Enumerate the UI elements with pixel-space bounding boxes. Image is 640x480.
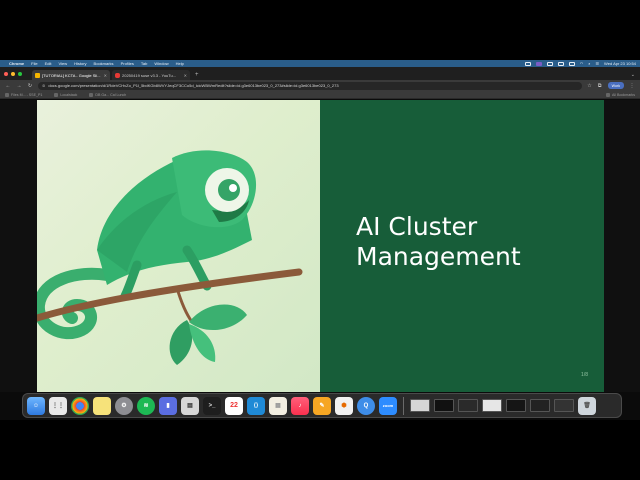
music-icon[interactable]: ♪: [291, 396, 309, 415]
spotify-icon[interactable]: ≋: [137, 396, 155, 415]
tab-search-icon[interactable]: ⌄: [631, 69, 635, 80]
extensions-icon[interactable]: ⧉: [597, 83, 603, 89]
browser-tab-strip: [TUTORIAL] KCTA - Google Sli... ✕ 202504…: [0, 67, 640, 80]
window-controls: [4, 67, 22, 80]
close-tab-icon[interactable]: ✕: [184, 73, 187, 78]
menu-edit[interactable]: Edit: [45, 61, 52, 66]
new-tab-icon[interactable]: +: [195, 69, 199, 80]
slide[interactable]: AI Cluster Management 1/8: [37, 100, 604, 392]
slide-title-panel: AI Cluster Management 1/8: [320, 100, 604, 392]
bookmark-favicon-icon: [89, 92, 94, 97]
status-app-icon[interactable]: [535, 61, 542, 66]
close-window-icon[interactable]: [4, 71, 8, 76]
menu-profiles[interactable]: Profiles: [121, 61, 134, 66]
minimized-window-thumbnail[interactable]: [530, 399, 550, 412]
bookmark-label: Localstack: [60, 92, 78, 97]
bookmarks-bar: Files M... - SSE_P1 Localstack DB Ga... …: [0, 91, 640, 99]
bookmark-item[interactable]: DB Ga... Cal Lunch: [89, 92, 127, 97]
url-text: docs.google.com/presentation/d/1RdeVCHvZ…: [48, 83, 339, 88]
youtube-favicon-icon: [115, 72, 120, 78]
suse-chameleon-illustration: [37, 150, 303, 365]
slide-image-panel: [37, 100, 320, 392]
slide-number: 1/8: [581, 372, 588, 378]
dock-separator: [403, 396, 404, 415]
slides-favicon-icon: [35, 72, 40, 78]
slide-title-line: Management: [356, 242, 521, 271]
bookmark-label: Files M... - SSE_P1: [11, 92, 43, 97]
menubar-clock[interactable]: Wed Apr 23 10:54: [604, 61, 636, 66]
bookmark-favicon-icon: [5, 92, 9, 97]
menu-window[interactable]: Window: [154, 61, 168, 66]
reload-icon[interactable]: ↻: [27, 83, 33, 89]
pencil-app-icon[interactable]: ✎: [313, 396, 331, 415]
app-icon[interactable]: ▮: [159, 396, 177, 415]
tab-title: 20250419 suse v3.3 - YouTu...: [122, 72, 177, 78]
search-icon[interactable]: ⌕: [588, 61, 590, 66]
back-icon[interactable]: ←: [5, 83, 11, 89]
minimized-window-thumbnail[interactable]: [482, 399, 502, 412]
battery-icon[interactable]: [568, 61, 575, 66]
site-info-icon[interactable]: ⊜: [42, 83, 45, 88]
bookmark-label: DB Ga... Cal Lunch: [95, 92, 127, 97]
trash-icon[interactable]: 🗑: [578, 396, 596, 415]
status-icon[interactable]: [524, 61, 531, 66]
bookmark-item[interactable]: Files M... - SSE_P1: [5, 92, 43, 97]
mac-menubar: Chrome File Edit View History Bookmarks …: [0, 60, 640, 67]
control-center-icon[interactable]: ☰: [595, 61, 599, 66]
address-bar[interactable]: ⊜ docs.google.com/presentation/d/1RdeVCH…: [38, 81, 583, 90]
menubar-status-area: ◠ ⌕ ☰ Wed Apr 23 10:54: [524, 61, 636, 66]
minimized-window-thumbnail[interactable]: [554, 399, 574, 412]
minimized-window-thumbnail[interactable]: [458, 399, 478, 412]
notes-icon[interactable]: [93, 396, 111, 415]
minimize-window-icon[interactable]: [11, 71, 15, 76]
status-icon[interactable]: [557, 61, 564, 66]
quicktime-icon[interactable]: Q: [357, 396, 375, 415]
forward-icon[interactable]: →: [16, 83, 22, 89]
textedit-icon[interactable]: ▦: [269, 396, 287, 415]
terminal-icon[interactable]: >_: [203, 396, 221, 415]
slide-title-line: AI Cluster: [356, 212, 478, 241]
minimized-window-thumbnail[interactable]: [506, 399, 526, 412]
minimized-window-thumbnail[interactable]: [434, 399, 454, 412]
launchpad-icon[interactable]: ⋮⋮: [49, 396, 67, 415]
screen: Chrome File Edit View History Bookmarks …: [0, 60, 640, 420]
tab-title: [TUTORIAL] KCTA - Google Sli...: [42, 72, 101, 78]
menu-app-name[interactable]: Chrome: [9, 61, 24, 66]
finder-icon[interactable]: ☺: [27, 396, 45, 415]
browser-tab-slides[interactable]: [TUTORIAL] KCTA - Google Sli... ✕: [32, 70, 110, 80]
menu-file[interactable]: File: [31, 61, 37, 66]
menu-bookmarks[interactable]: Bookmarks: [94, 61, 114, 66]
zoom-icon[interactable]: zoom: [379, 396, 397, 415]
wifi-icon[interactable]: ◠: [580, 61, 584, 66]
all-bookmarks[interactable]: All Bookmarks: [606, 92, 635, 97]
vscode-icon[interactable]: ⟨⟩: [247, 396, 265, 415]
folder-icon: [606, 92, 611, 97]
minimized-window-thumbnail[interactable]: [410, 399, 430, 412]
preview-icon[interactable]: ▤: [181, 396, 199, 415]
menu-tab[interactable]: Tab: [141, 61, 147, 66]
bookmark-item[interactable]: Localstack: [54, 92, 78, 97]
bookmark-star-icon[interactable]: ☆: [587, 83, 591, 89]
close-tab-icon[interactable]: ✕: [104, 73, 107, 78]
menu-view[interactable]: View: [58, 61, 67, 66]
chrome-icon[interactable]: [71, 396, 89, 415]
browser-toolbar: ← → ↻ ⊜ docs.google.com/presentation/d/1…: [0, 80, 640, 91]
mac-dock: ☺ ⋮⋮ ⚙ ≋ ▮ ▤ >_ 22 ⟨⟩ ▦ ♪ ✎ ⬢ Q zoom 🗑: [22, 393, 622, 418]
browser-tab-youtube[interactable]: 20250419 suse v3.3 - YouTu... ✕: [112, 70, 190, 80]
maximize-window-icon[interactable]: [18, 71, 22, 76]
calendar-icon[interactable]: 22: [225, 396, 243, 415]
status-icon[interactable]: [546, 61, 553, 66]
bookmark-favicon-icon: [54, 92, 59, 97]
presentation-area: AI Cluster Management 1/8: [0, 100, 640, 392]
menu-help[interactable]: Help: [176, 61, 184, 66]
system-settings-icon[interactable]: ⚙: [115, 396, 133, 415]
chrome-menu-icon[interactable]: ⋮: [629, 83, 635, 89]
package-app-icon[interactable]: ⬢: [335, 396, 353, 415]
all-bookmarks-label: All Bookmarks: [612, 92, 635, 97]
slide-title: AI Cluster Management: [356, 212, 521, 272]
profile-button[interactable]: Work: [607, 82, 624, 89]
menu-history[interactable]: History: [74, 61, 86, 66]
